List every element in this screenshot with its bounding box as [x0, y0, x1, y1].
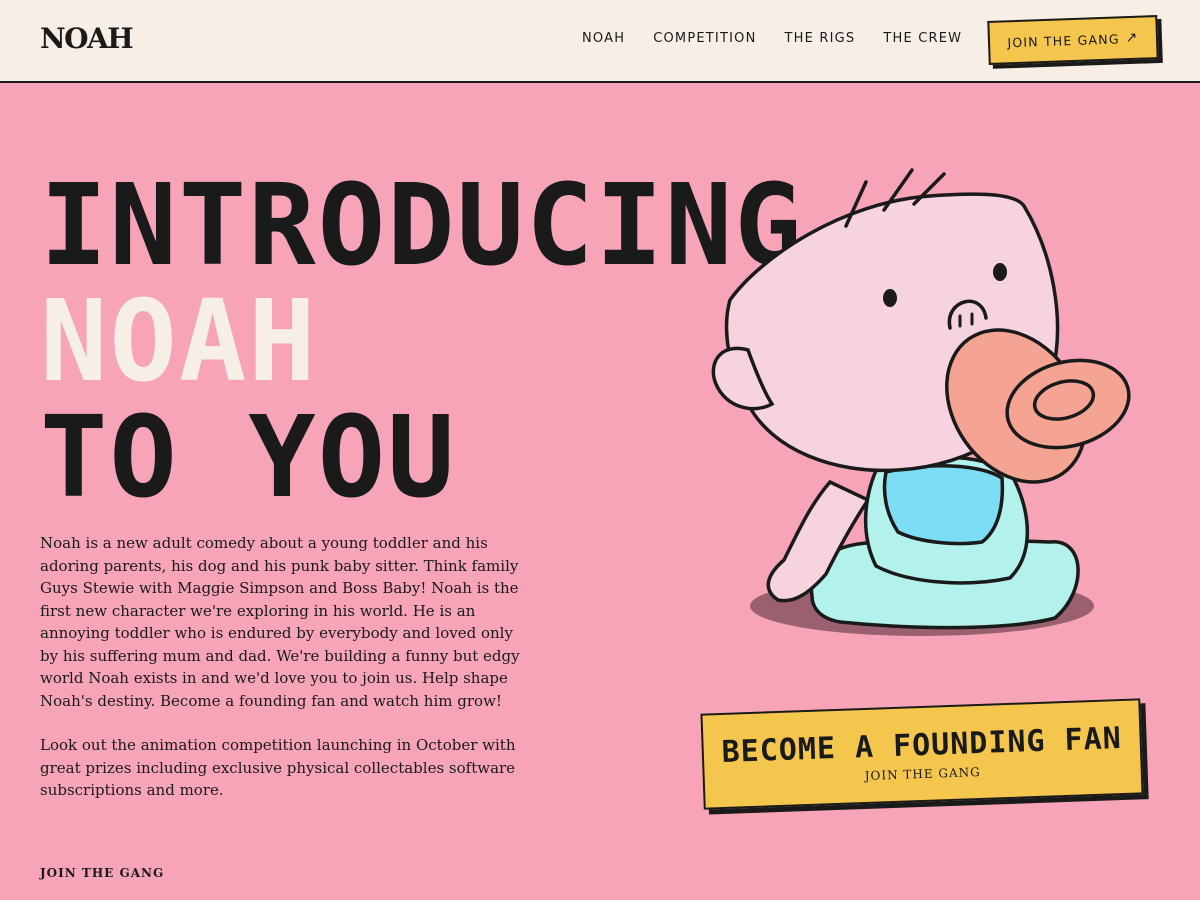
- founding-fan-title: BECOME A FOUNDING FAN: [721, 720, 1123, 770]
- nav-link-noah[interactable]: NOAH: [582, 31, 625, 46]
- join-the-gang-label: JOIN THE GANG: [1007, 30, 1120, 50]
- hero-title: INTRODUCING NOAH TO YOU: [40, 168, 804, 516]
- nav-links: NOAH COMPETITION THE RIGS THE CREW: [582, 31, 962, 46]
- hero-paragraph-intro: Noah is a new adult comedy about a young…: [40, 534, 520, 710]
- baby-right-eye: [993, 263, 1007, 281]
- hero-title-line-introducing: INTRODUCING: [40, 161, 804, 291]
- nav-link-the-crew[interactable]: THE CREW: [883, 31, 962, 46]
- navbar: NOAH NOAH COMPETITION THE RIGS THE CREW …: [0, 0, 1200, 83]
- hero-title-line-noah: NOAH: [40, 277, 318, 407]
- baby-noah-illustration: [711, 168, 1131, 636]
- logo[interactable]: NOAH: [40, 22, 134, 55]
- arrow-up-right-icon: ↗: [1125, 29, 1139, 47]
- nav-link-the-rigs[interactable]: THE RIGS: [785, 31, 856, 46]
- join-the-gang-button[interactable]: JOIN THE GANG ↗: [987, 15, 1159, 65]
- baby-left-eye: [883, 289, 897, 307]
- join-the-gang-link[interactable]: JOIN THE GANG: [40, 866, 164, 880]
- founding-fan-subtitle: JOIN THE GANG: [864, 764, 981, 783]
- hero-title-line-to-you: TO YOU: [40, 393, 457, 523]
- hero-description: Noah is a new adult comedy about a young…: [40, 532, 520, 802]
- become-founding-fan-button[interactable]: BECOME A FOUNDING FAN JOIN THE GANG: [700, 698, 1144, 810]
- hero-paragraph-competition: Look out the animation competition launc…: [40, 736, 516, 799]
- nav-link-competition[interactable]: COMPETITION: [653, 31, 756, 46]
- baby-bib: [882, 464, 1005, 546]
